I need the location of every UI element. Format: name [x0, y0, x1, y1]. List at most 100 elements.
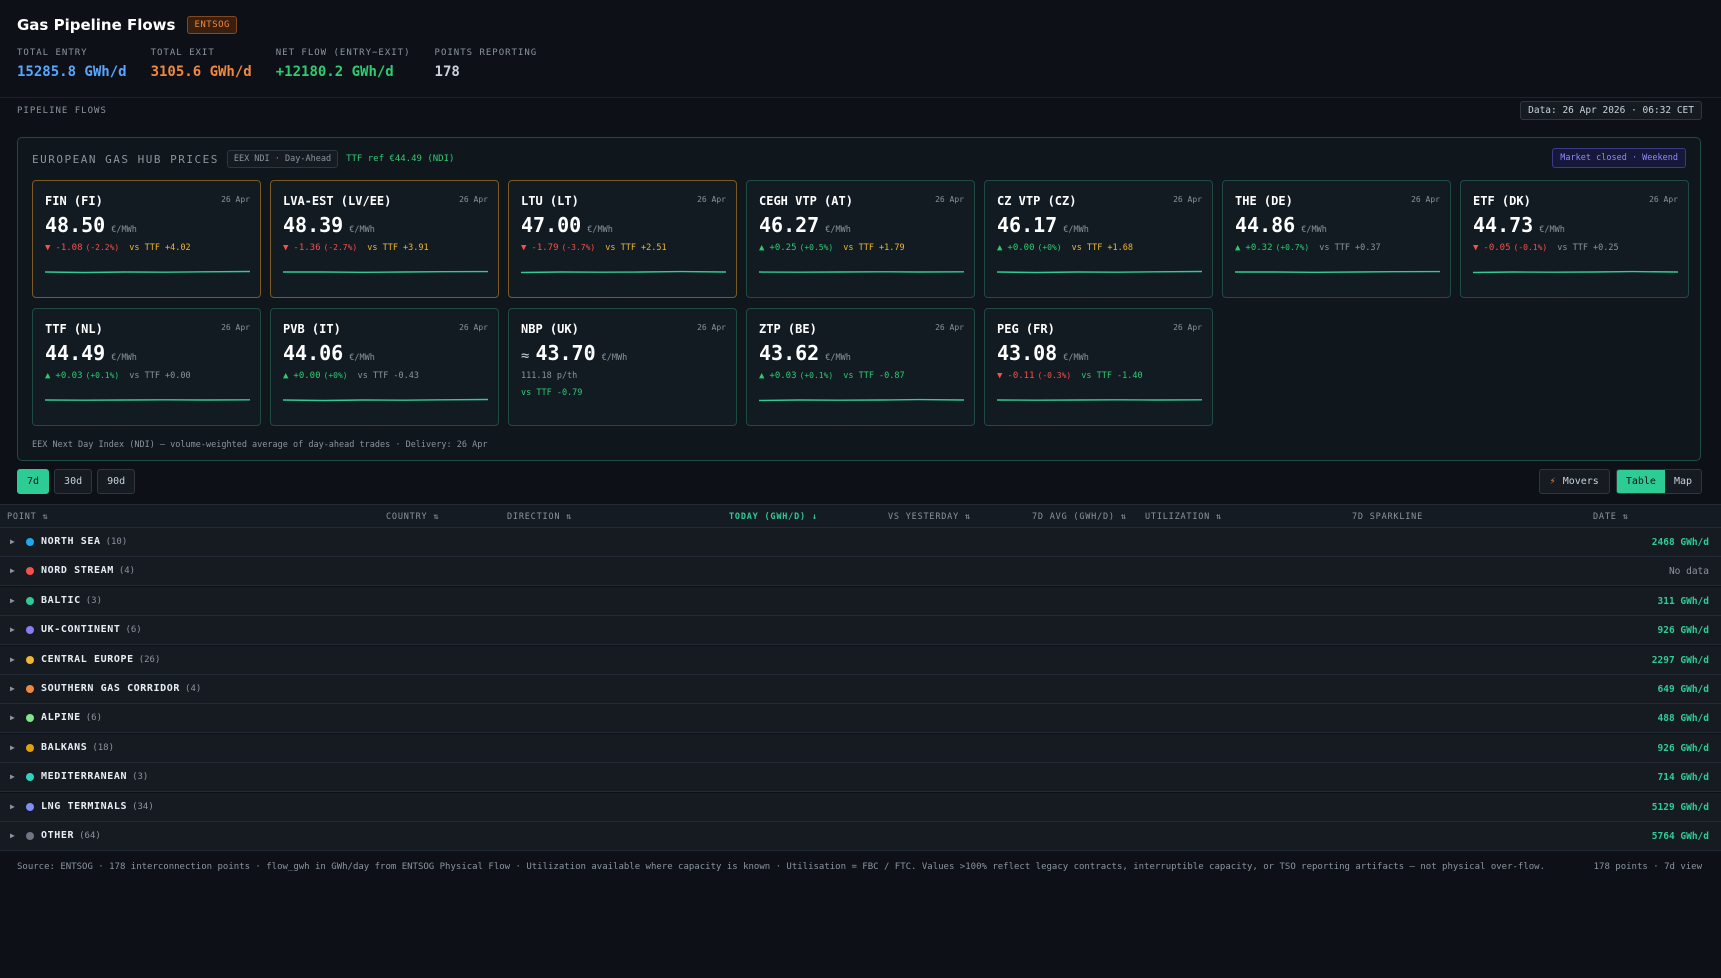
- group-name: BALTIC (3): [41, 595, 102, 606]
- range-30d-button[interactable]: 30d: [54, 469, 93, 494]
- group-label: OTHER: [41, 830, 75, 841]
- hub-card[interactable]: NBP (UK) 26 Apr ≈43.70 €/MWh 111.18 p/th vs T…: [508, 308, 737, 426]
- col-utilization[interactable]: UTILIZATION ⇅: [1145, 512, 1222, 522]
- col-direction[interactable]: DIRECTION ⇅: [507, 512, 572, 522]
- hub-name: CZ VTP (CZ): [997, 194, 1077, 208]
- header: Gas Pipeline Flows ENTSOG TOTAL ENTRY 15…: [17, 16, 1704, 96]
- group-today-value: 5764 GWh/d: [1651, 831, 1709, 842]
- hub-price: 48.39: [283, 213, 344, 237]
- hub-sparkline: [45, 270, 250, 274]
- expand-caret-icon[interactable]: ▶: [10, 655, 15, 664]
- hub-delta-row: ▲ +0.03 (+0.1%) vs TTF +0.00: [45, 371, 191, 381]
- expand-caret-icon[interactable]: ▶: [10, 537, 15, 546]
- movers-label: Movers: [1562, 476, 1599, 487]
- hub-card[interactable]: LTU (LT) 26 Apr 47.00 €/MWh ▼ -1.79 (-3.7%) vs …: [508, 180, 737, 298]
- hub-delta: +0.03: [55, 371, 83, 381]
- table-row[interactable]: ▶ OTHER (64) 5764 GWh/d: [0, 822, 1721, 851]
- movers-button[interactable]: ⚡ Movers: [1538, 469, 1610, 494]
- arrow-up-icon: ▲: [45, 371, 51, 381]
- stat-points-reporting: POINTS REPORTING 178: [435, 48, 538, 80]
- group-today-value: 926 GWh/d: [1657, 742, 1709, 754]
- hub-card[interactable]: PVB (IT) 26 Apr 44.06 €/MWh ▲ +0.00 (+0%) vs TT…: [270, 308, 499, 426]
- group-count: (6): [85, 713, 102, 724]
- hub-sparkline: [521, 270, 726, 274]
- group-count: (18): [92, 742, 115, 753]
- hub-delta-row: ▼ -1.79 (-3.7%) vs TTF +2.51: [521, 243, 667, 253]
- arrow-down-icon: ▼: [283, 243, 289, 253]
- hub-card[interactable]: FIN (FI) 26 Apr 48.50 €/MWh ▼ -1.08 (-2.2%) vs …: [32, 180, 261, 298]
- hub-card[interactable]: THE (DE) 26 Apr 44.86 €/MWh ▲ +0.32 (+0.7%) vs …: [1222, 180, 1451, 298]
- footer-source: Source: ENTSOG · 178 interconnection poi…: [17, 862, 1546, 872]
- col-today[interactable]: TODAY (GWH/D) ↓: [729, 512, 818, 522]
- expand-caret-icon[interactable]: ▶: [10, 831, 15, 840]
- hub-vs-ttf: vs TTF -0.87: [843, 371, 905, 381]
- expand-caret-icon[interactable]: ▶: [10, 684, 15, 693]
- hub-card[interactable]: CEGH VTP (AT) 26 Apr 46.27 €/MWh ▲ +0.25 (+0.5…: [746, 180, 975, 298]
- hub-delta-row: ▼ -0.11 (-0.3%) vs TTF -1.40: [997, 371, 1143, 381]
- group-name: ALPINE (6): [41, 712, 102, 723]
- hub-date: 26 Apr: [935, 195, 964, 204]
- group-color-dot: [26, 773, 34, 782]
- hub-card[interactable]: PEG (FR) 26 Apr 43.08 €/MWh ▼ -0.11 (-0.3%) vs …: [984, 308, 1213, 426]
- hub-card[interactable]: LVA-EST (LV/EE) 26 Apr 48.39 €/MWh ▼ -1.36 (-2…: [270, 180, 499, 298]
- arrow-up-icon: ▲: [283, 371, 289, 381]
- stat-label: POINTS REPORTING: [434, 48, 538, 58]
- hub-card[interactable]: ZTP (BE) 26 Apr 43.62 €/MWh ▲ +0.03 (+0.1%) vs …: [746, 308, 975, 426]
- group-count: (4): [185, 684, 202, 694]
- hub-name: NBP (UK): [521, 322, 579, 336]
- col-country[interactable]: COUNTRY ⇅: [386, 512, 439, 522]
- range-7d-button[interactable]: 7d: [17, 469, 50, 494]
- table-row[interactable]: ▶ NORTH SEA (10) 2468 GWh/d: [0, 528, 1721, 557]
- hub-delta: -1.36: [293, 243, 321, 253]
- hub-date: 26 Apr: [221, 323, 250, 332]
- table-row[interactable]: ▶ UK-CONTINENT (6) 926 GWh/d: [0, 616, 1721, 646]
- table-row[interactable]: ▶ ALPINE (6) 488 GWh/d: [0, 704, 1721, 734]
- group-color-dot: [26, 743, 34, 752]
- hub-sparkline: [283, 270, 488, 274]
- hub-date: 26 Apr: [697, 323, 726, 332]
- table-row[interactable]: ▶ LNG TERMINALS (34) 5129 GWh/d: [0, 792, 1721, 822]
- ttf-reference: TTF ref €44.49 (NDI): [346, 154, 455, 164]
- col-7d-avg[interactable]: 7D AVG (GWH/D) ⇅: [1032, 512, 1127, 522]
- expand-caret-icon[interactable]: ▶: [10, 713, 15, 722]
- table-header: POINT ⇅ COUNTRY ⇅ DIRECTION ⇅ TODAY (GWH…: [0, 504, 1721, 528]
- expand-caret-icon[interactable]: ▶: [10, 772, 15, 781]
- table-row[interactable]: ▶ BALKANS (18) 926 GWh/d: [0, 733, 1721, 763]
- hub-vs-ttf: vs TTF -0.43: [357, 371, 420, 381]
- expand-caret-icon[interactable]: ▶: [10, 625, 15, 634]
- hub-price: 44.49: [45, 341, 106, 365]
- table-row[interactable]: ▶ BALTIC (3) 311 GWh/d: [0, 586, 1721, 616]
- expand-caret-icon[interactable]: ▶: [10, 802, 15, 811]
- hub-price: 48.50: [45, 213, 106, 237]
- view-table-button[interactable]: Table: [1616, 470, 1665, 493]
- table-row[interactable]: ▶ NORD STREAM (4) No data: [0, 557, 1721, 587]
- hub-unit: €/MWh: [1301, 225, 1327, 235]
- col-vs-yesterday[interactable]: VS YESTERDAY ⇅: [888, 512, 971, 522]
- group-label: NORTH SEA: [41, 536, 101, 547]
- table-row[interactable]: ▶ MEDITERRANEAN (3) 714 GWh/d: [0, 763, 1721, 793]
- expand-caret-icon[interactable]: ▶: [10, 743, 15, 752]
- hub-card[interactable]: TTF (NL) 26 Apr 44.49 €/MWh ▲ +0.03 (+0.1%) vs …: [32, 308, 261, 426]
- range-90d-button[interactable]: 90d: [97, 469, 136, 494]
- hub-date: 26 Apr: [935, 323, 964, 332]
- hub-card[interactable]: ETF (DK) 26 Apr 44.73 €/MWh ▼ -0.05 (-0.1%) vs …: [1460, 180, 1689, 298]
- expand-caret-icon[interactable]: ▶: [10, 566, 15, 575]
- table-row[interactable]: ▶ SOUTHERN GAS CORRIDOR (4) 649 GWh/d: [0, 675, 1721, 704]
- hub-price: 46.17: [997, 213, 1058, 237]
- col-point[interactable]: POINT ⇅: [7, 512, 48, 522]
- expand-caret-icon[interactable]: ▶: [10, 596, 15, 605]
- hub-sparkline: [1473, 270, 1678, 274]
- hub-name: FIN (FI): [45, 194, 103, 208]
- view-map-button[interactable]: Map: [1664, 470, 1701, 493]
- hub-vs-ttf: vs TTF +0.00: [129, 371, 191, 381]
- hub-header: EUROPEAN GAS HUB PRICES EEX NDI · Day-Ah…: [32, 150, 454, 168]
- hub-sparkline: [759, 271, 964, 273]
- col-date[interactable]: DATE ⇅: [1593, 512, 1629, 522]
- hub-card[interactable]: CZ VTP (CZ) 26 Apr 46.17 €/MWh ▲ +0.00 (+0%) vs…: [984, 180, 1213, 298]
- table-row[interactable]: ▶ CENTRAL EUROPE (26) 2297 GWh/d: [0, 645, 1721, 675]
- hub-name: PEG (FR): [997, 322, 1055, 336]
- group-count: (4): [118, 566, 136, 577]
- hub-delta-pct: (-2.2%): [85, 243, 120, 252]
- hub-price: 46.27: [759, 213, 820, 237]
- arrow-down-icon: ▼: [1473, 243, 1479, 253]
